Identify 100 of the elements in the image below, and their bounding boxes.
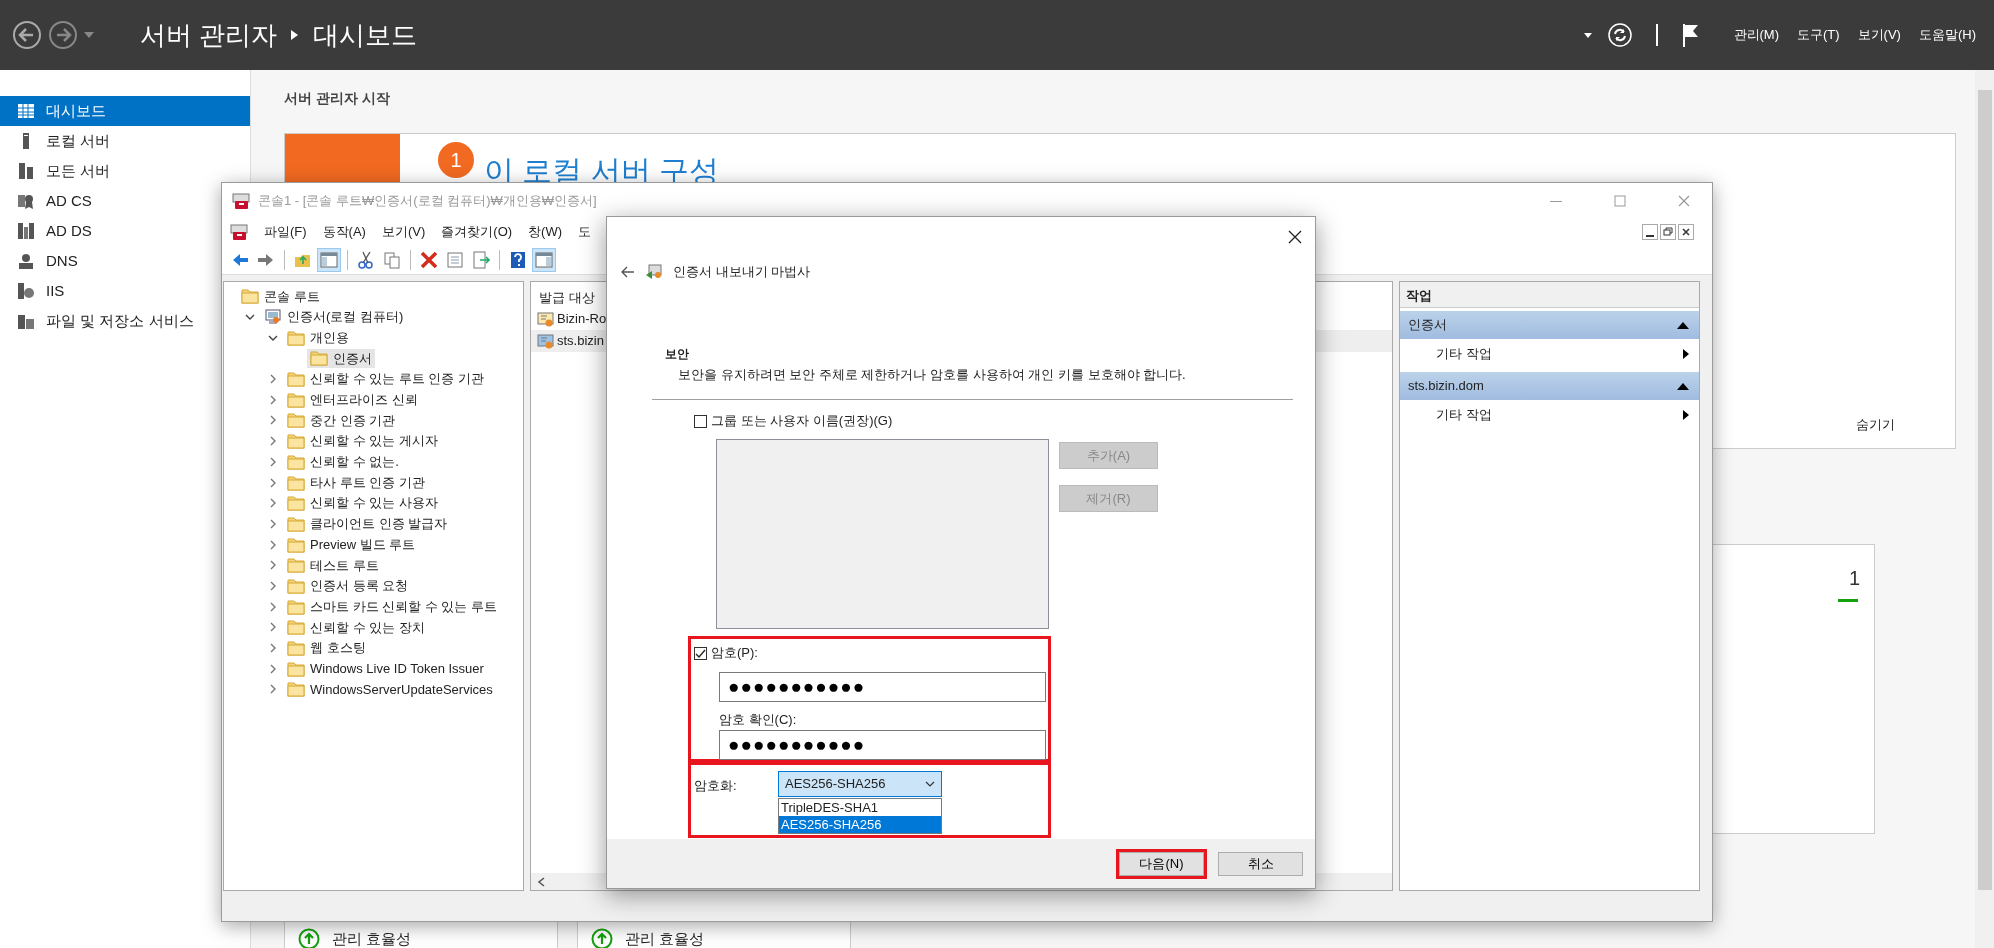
restore-icon xyxy=(1662,226,1674,238)
check-icon xyxy=(695,647,706,659)
tree-item[interactable]: 신뢰할 수 없는. xyxy=(284,452,402,472)
tree-item[interactable]: 신뢰할 수 있는 루트 인증 기관 xyxy=(284,369,488,389)
status-bar xyxy=(1838,599,1858,602)
field-label: 암호화: xyxy=(693,777,738,795)
action-item[interactable]: 기타 작업 xyxy=(1400,339,1699,369)
minimize-icon xyxy=(1550,200,1562,202)
close-icon xyxy=(1680,226,1692,238)
tree-item[interactable]: Windows Live ID Token Issuer xyxy=(284,658,487,679)
encryption-dropdown[interactable]: AES256-SHA256 xyxy=(778,771,942,797)
folder-icon xyxy=(287,514,305,533)
folder-icon xyxy=(287,473,305,492)
submenu-arrow-icon xyxy=(1683,349,1689,359)
tree-item[interactable]: 테스트 루트 xyxy=(284,555,382,576)
folder-icon xyxy=(287,639,305,658)
action-group-header[interactable]: sts.bizin.dom xyxy=(1400,372,1699,400)
server-icon xyxy=(18,253,34,269)
menu-item[interactable]: 도 xyxy=(578,222,591,242)
forward-icon[interactable] xyxy=(48,20,78,50)
sidebar-item[interactable]: AD DS xyxy=(0,216,250,246)
checkbox[interactable] xyxy=(694,414,707,428)
action-item[interactable]: 기타 작업 xyxy=(1400,400,1699,430)
folder-icon xyxy=(287,432,305,451)
folder-icon xyxy=(287,494,305,513)
panel-button[interactable] xyxy=(532,247,556,272)
page-heading: 서버 관리자 시작 xyxy=(284,89,391,108)
tree-item[interactable]: 인증서 xyxy=(307,348,375,369)
sidebar-item[interactable]: 로컬 서버 xyxy=(0,126,250,156)
refresh-icon[interactable] xyxy=(1607,23,1632,47)
tile-label: 관리 효율성 xyxy=(625,929,705,948)
menu-item[interactable]: 보기(V) xyxy=(1857,25,1901,45)
menu-item[interactable]: 창(W) xyxy=(528,222,562,242)
sidebar-item[interactable]: 대시보드 xyxy=(0,96,250,126)
server-icon xyxy=(18,283,34,299)
panel-icon xyxy=(320,250,338,269)
scroll-left-icon[interactable] xyxy=(537,876,545,887)
window-title: 콘솔1 - [콘솔 루트₩인증서(로컬 컴퓨터)₩개인용₩인증서] xyxy=(258,192,597,211)
folder-icon xyxy=(287,659,305,678)
tree-item[interactable]: 클라이언트 인증 발급자 xyxy=(284,514,451,534)
tree-item[interactable]: 중간 인증 기관 xyxy=(284,410,399,431)
menu-item[interactable]: 파일(F) xyxy=(264,222,307,242)
restore-button[interactable] xyxy=(1660,224,1676,240)
tree-item[interactable]: WindowsServerUpdateServices xyxy=(284,679,496,700)
dropdown-option[interactable]: TripleDES-SHA1 xyxy=(779,799,941,816)
tree-item[interactable]: 개인용 xyxy=(284,327,352,348)
checkbox-label[interactable]: 그룹 또는 사용자 이름(권장)(G) xyxy=(711,411,893,431)
tree-item[interactable]: 인증서(로컬 컴퓨터) xyxy=(261,307,407,327)
menu-item[interactable]: 즐겨찾기(O) xyxy=(441,222,513,242)
submenu-arrow-icon xyxy=(1683,410,1689,420)
action-group-header[interactable]: 인증서 xyxy=(1400,311,1699,339)
menu-item[interactable]: 동작(A) xyxy=(322,222,366,242)
section-description: 보안을 유지하려면 보안 주체로 제한하거나 암호를 사용하여 개인 키를 보호해야 합니다. xyxy=(678,366,1187,384)
password-field[interactable]: ●●●●●●●●●●● xyxy=(719,672,1046,702)
scrollbar-thumb[interactable] xyxy=(1977,90,1992,890)
collapse-icon xyxy=(1677,321,1689,329)
tile-label: 관리 효율성 xyxy=(332,929,412,948)
tree-item[interactable]: Preview 빌드 루트 xyxy=(284,534,419,555)
breadcrumb-arrow-icon xyxy=(291,30,300,40)
menu-item[interactable]: 보기(V) xyxy=(381,222,426,242)
certificate-icon xyxy=(537,332,555,350)
back-icon[interactable] xyxy=(621,266,635,278)
hide-link[interactable]: 숨기기 xyxy=(1856,414,1895,434)
menu-item[interactable]: 관리(M) xyxy=(1733,25,1779,45)
certificate-icon xyxy=(537,310,555,328)
tree-item[interactable]: 신뢰할 수 있는 게시자 xyxy=(284,431,441,451)
next-button[interactable]: 다음(N) xyxy=(1119,851,1204,876)
confirm-password-field[interactable]: ●●●●●●●●●●● xyxy=(719,730,1046,760)
collapse-icon xyxy=(1677,382,1689,390)
close-button[interactable] xyxy=(1678,224,1694,240)
dropdown-option[interactable]: AES256-SHA256 xyxy=(779,816,941,833)
sidebar-item[interactable]: AD CS xyxy=(0,186,250,216)
tree-item[interactable]: 신뢰할 수 있는 장치 xyxy=(284,617,428,638)
minimize-button[interactable] xyxy=(1642,224,1658,240)
back-icon[interactable] xyxy=(12,20,42,50)
tree-item[interactable]: 엔터프라이즈 신뢰 xyxy=(284,390,421,410)
sidebar-item[interactable]: 모든 서버 xyxy=(0,156,250,186)
checkbox-label[interactable]: 암호(P): xyxy=(711,643,758,663)
menu-item[interactable]: 도구(T) xyxy=(1797,25,1840,45)
tree-item[interactable]: 인증서 등록 요청 xyxy=(284,576,412,596)
folder-icon xyxy=(287,452,305,471)
tree-item[interactable]: 스마트 카드 신뢰할 수 있는 루트 xyxy=(284,596,501,617)
field-label: 암호 확인(C): xyxy=(719,711,798,729)
flag-icon[interactable] xyxy=(1681,23,1700,47)
checkbox[interactable] xyxy=(694,646,707,660)
dropdown-icon[interactable] xyxy=(1583,32,1592,38)
close-icon xyxy=(1288,230,1302,244)
cancel-button[interactable]: 취소 xyxy=(1218,851,1303,876)
menu-item[interactable]: 도움말(H) xyxy=(1918,25,1976,45)
delete-icon xyxy=(420,250,438,269)
server-icon xyxy=(18,193,34,209)
panel-button[interactable] xyxy=(317,247,341,272)
tree-item[interactable]: 타사 루트 인증 기관 xyxy=(284,472,428,493)
sidebar-item[interactable]: DNS xyxy=(0,246,250,276)
dialog-title: 인증서 내보내기 마법사 xyxy=(673,263,811,282)
copy-icon xyxy=(383,250,401,269)
sidebar-item[interactable]: 파일 및 저장소 서비스 xyxy=(0,306,250,336)
scissors-icon xyxy=(357,250,375,269)
tree-item[interactable]: 웹 호스팅 xyxy=(284,638,369,658)
tree-item[interactable]: 신뢰할 수 있는 사용자 xyxy=(284,493,441,513)
